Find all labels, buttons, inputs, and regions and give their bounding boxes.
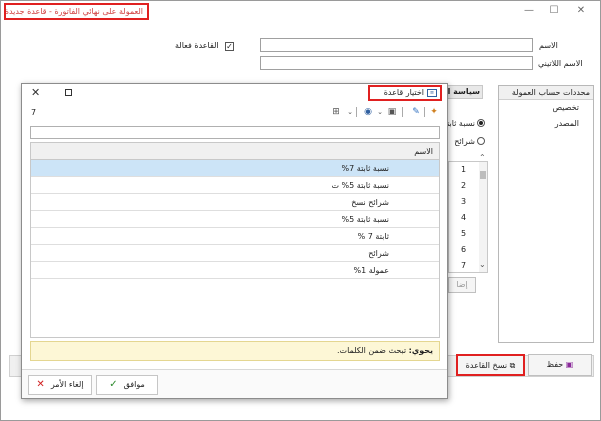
dialog-maximize-icon[interactable] [65, 89, 72, 96]
table-row[interactable]: شرائح [31, 245, 439, 262]
edit-icon[interactable]: ✎ [410, 106, 422, 118]
minimize-button[interactable]: — [519, 4, 539, 18]
cancel-label: إلغاء الأمر [50, 380, 84, 389]
close-icon: ✕ [36, 379, 45, 390]
check-icon: ✓ [109, 379, 118, 390]
save-button[interactable]: ▣ حفظ [528, 354, 592, 376]
name-input[interactable] [260, 38, 533, 52]
name-label: الاسم [539, 41, 558, 50]
active-rule-checkbox[interactable]: ✓ [225, 42, 234, 51]
panel-header: محددات حساب العمولة [499, 86, 593, 100]
dialog-button-bar: موافق ✓ إلغاء الأمر ✕ [22, 369, 447, 398]
close-button[interactable]: ✕ [571, 4, 591, 18]
hint-text: تبحث ضمن الكلمات. [337, 346, 407, 355]
table-row[interactable]: نسبة ثابتة 5% ت [31, 177, 439, 194]
choose-rule-dialog: ✕ ≡اختيار قاعدة ⊞ ⌄ ◉ ⌄ ▣ ✎ ✦ 7 الاسم نس… [21, 83, 448, 399]
fixed-rate-radio[interactable] [477, 119, 485, 127]
open-icon[interactable]: ▣ [386, 106, 398, 118]
chevron-down-icon[interactable]: ⌄ [374, 106, 386, 118]
add-button[interactable]: إضا [448, 277, 476, 293]
toolbar-separator [356, 107, 357, 117]
ok-button[interactable]: موافق ✓ [96, 375, 158, 395]
copy-rule-button[interactable]: ⧉ نسخ القاعدة [456, 354, 525, 376]
commission-determinants-panel: محددات حساب العمولة تخصيص المصدر [498, 85, 594, 343]
maximize-button[interactable]: ☐ [544, 4, 564, 18]
hint-bold: يحوي: [408, 346, 433, 355]
table-row[interactable]: عمولة 1% [31, 262, 439, 279]
ok-label: موافق [123, 380, 145, 389]
dialog-title-text: اختيار قاعدة [383, 88, 424, 97]
chevron-down-icon[interactable]: ⌄ [479, 260, 486, 269]
scrollbar[interactable] [479, 162, 487, 272]
table-row[interactable]: نسبة ثابتة 5% [31, 211, 439, 228]
copy-rule-label: نسخ القاعدة [465, 361, 508, 370]
toolbar-separator [402, 107, 403, 117]
cancel-button[interactable]: إلغاء الأمر ✕ [28, 375, 92, 395]
search-input[interactable] [30, 126, 440, 139]
tiers-radio[interactable] [477, 137, 485, 145]
title-bar: العمولة على نهائي الفاتورة - قاعدة جديدة… [1, 1, 600, 21]
chevron-down-icon[interactable]: ⌄ [344, 106, 356, 118]
toolbar-separator [424, 107, 425, 117]
table-row[interactable]: شرائح نسخ [31, 194, 439, 211]
latin-name-label: الاسم اللاتيني [538, 59, 583, 68]
save-label: حفظ [546, 360, 564, 369]
table-row[interactable]: ثابتة 7 % [31, 228, 439, 245]
fixed-rate-label: نسبة ثابتة [447, 119, 475, 128]
dialog-toolbar: ⊞ ⌄ ◉ ⌄ ▣ ✎ ✦ [322, 106, 442, 120]
dialog-title: ≡اختيار قاعدة [368, 85, 442, 101]
rules-grid: الاسم نسبة ثابتة 7% نسبة ثابتة 5% ت شرائ… [30, 142, 440, 338]
search-hint: يحوي: تبحث ضمن الكلمات. [30, 341, 440, 361]
new-icon[interactable]: ✦ [428, 106, 440, 118]
tiers-label: شرائح [454, 137, 475, 146]
window-title: العمولة على نهائي الفاتورة - قاعدة جديدة [4, 3, 149, 20]
copy-icon: ⧉ [509, 361, 516, 370]
scroll-thumb[interactable] [480, 171, 486, 179]
latin-name-input[interactable] [260, 56, 533, 70]
column-header-name[interactable]: الاسم [31, 143, 439, 160]
filter-icon[interactable]: ⊞ [330, 106, 342, 118]
table-row[interactable]: نسبة ثابتة 7% [31, 160, 439, 177]
tiers-number-list: 1 2 3 4 5 6 7 [448, 161, 488, 273]
dialog-title-icon: ≡ [427, 88, 437, 97]
dialog-close-icon[interactable]: ✕ [31, 86, 40, 99]
view-icon[interactable]: ◉ [362, 106, 374, 118]
active-rule-label: القاعدة فعالة [175, 41, 219, 50]
list-item-source[interactable]: المصدر [499, 116, 593, 132]
record-count: 7 [31, 108, 37, 117]
list-item-customization[interactable]: تخصيص [499, 100, 593, 116]
save-icon: ▣ [565, 360, 574, 369]
